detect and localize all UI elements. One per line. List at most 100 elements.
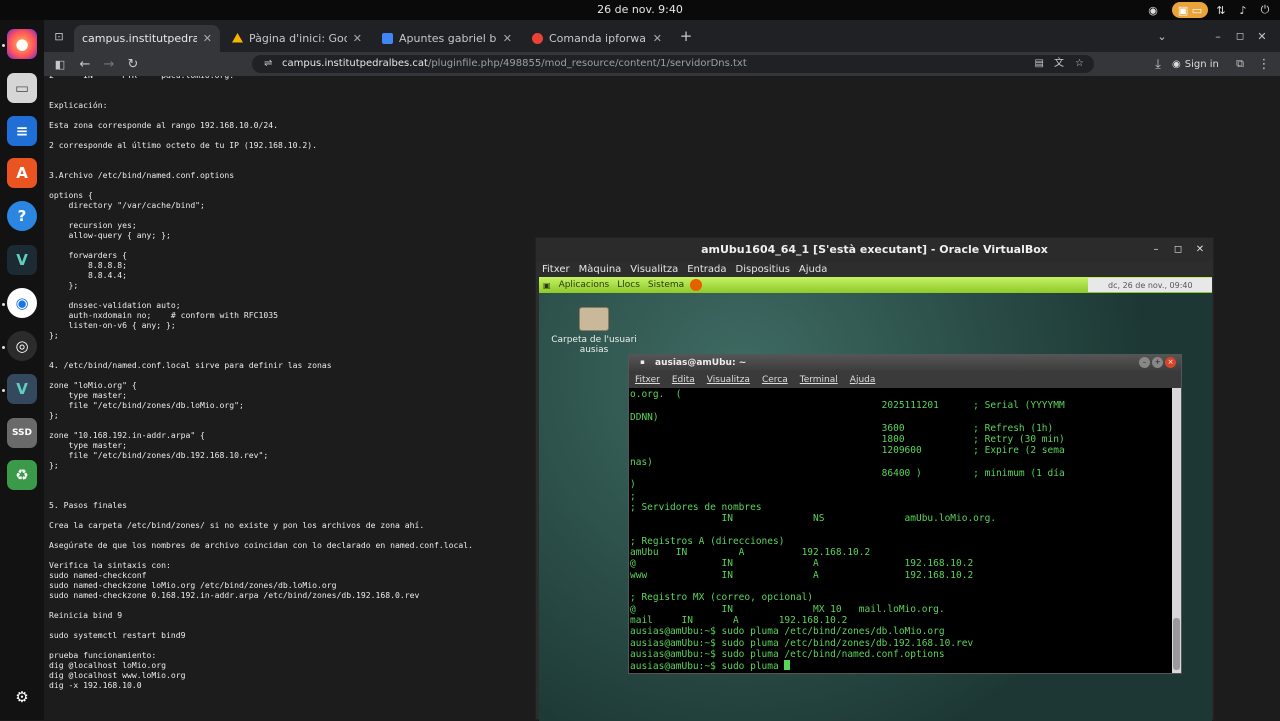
sign-in-button[interactable]: ◉ Sign in (1172, 55, 1219, 73)
terminal-menu-fitxer[interactable]: Fitxer (635, 375, 660, 385)
visual-paradigm-icon[interactable]: V (7, 245, 37, 275)
home-folder-icon[interactable]: Carpeta de l'usuari ausias (549, 307, 639, 355)
vbox-minimize-icon[interactable]: – (1150, 244, 1162, 256)
terminal-minimize-icon[interactable]: – (1139, 357, 1150, 368)
guest-firefox-icon[interactable] (690, 279, 703, 291)
app-center-icon[interactable]: A (7, 158, 37, 188)
terminal-app-icon: ▪ (640, 358, 645, 366)
terminal-cursor (784, 660, 791, 671)
files-icon[interactable]: ▭ (7, 73, 37, 103)
translate-icon[interactable]: 文 (1054, 55, 1064, 73)
disk-icon[interactable]: SSD (7, 418, 37, 448)
reload-icon[interactable]: ↻ (124, 55, 142, 73)
system-clock[interactable]: 26 de nov. 9:40 (0, 3, 1280, 16)
tab-google-drive[interactable]: Pàgina d'inici: Google Drive ✕ (224, 25, 370, 52)
show-apps-icon[interactable]: ⚙ (7, 682, 37, 712)
virtualbox-menubar: Fitxer Màquina Visualitza Entrada Dispos… (536, 262, 1213, 277)
tab-title: Comanda ipforward Ubuntu (549, 32, 647, 45)
guest-menu-llocs[interactable]: Llocs (617, 280, 640, 290)
tab-servidordns[interactable]: campus.institutpedralbes.cat ✕ (74, 25, 220, 52)
guest-menu-icon: ▣ (543, 280, 551, 290)
address-bar[interactable]: ⇌ campus.institutpedralbes.cat/pluginfil… (252, 55, 1094, 73)
bookmark-star-icon[interactable]: ☆ (1075, 55, 1084, 73)
restore-icon[interactable]: ◻ (1232, 27, 1248, 45)
dock-running-indicator (2, 44, 5, 47)
folder-icon (579, 307, 609, 331)
tab-list-chevron-icon[interactable]: ⌄ (1154, 27, 1170, 45)
guest-menu-sistema[interactable]: Sistema (648, 280, 684, 290)
terminal-menu-edita[interactable]: Edita (672, 375, 695, 385)
site-info-icon[interactable]: ⇌ (264, 55, 272, 73)
terminal-menu-visualitza[interactable]: Visualitza (707, 375, 750, 385)
vbox-menu-fitxer[interactable]: Fitxer (542, 264, 570, 275)
terminal-menu-cerca[interactable]: Cerca (762, 375, 788, 385)
sidebar-icon[interactable]: ◧ (52, 55, 68, 73)
close-window-icon[interactable]: ✕ (1254, 27, 1270, 45)
terminal-output: o.org. ( 2025111201 ; Serial (YYYYMM DDN… (629, 388, 1172, 672)
terminal-title[interactable]: ausias@amUbu: ~ (629, 355, 1181, 371)
writer-icon[interactable]: ≡ (7, 116, 37, 146)
help-icon[interactable]: ? (7, 201, 37, 231)
virtualbox-window: amUbu1604_64_1 [S'està executant] - Orac… (535, 237, 1214, 721)
trash-icon[interactable]: ♻ (7, 460, 37, 490)
vbox-menu-entrada[interactable]: Entrada (687, 264, 726, 275)
firefox-tray-icon[interactable]: ◉ (1146, 2, 1160, 18)
tab-google-docs[interactable]: Apuntes gabriel baka - Docs ✕ (374, 25, 520, 52)
vbox-maximize-icon[interactable]: ◻ (1172, 244, 1184, 256)
account-icon: ◉ (1172, 58, 1181, 70)
screen-record-indicator[interactable]: ▣ ▭ (1172, 2, 1208, 18)
minimize-icon[interactable]: – (1210, 27, 1226, 45)
dock-running-indicator (2, 346, 5, 349)
guest-clock[interactable]: dc, 26 de nov., 09:40 (1088, 278, 1212, 292)
dock: ● ▭ ≡ A ? V ◉ ◎ V SSD ♻ ⚙ (0, 20, 44, 720)
vbox-menu-visualitza[interactable]: Visualitza (630, 264, 678, 275)
tab-title: campus.institutpedralbes.cat (82, 32, 197, 45)
tab-ipforward[interactable]: Comanda ipforward Ubuntu ✕ (524, 25, 670, 52)
url-host: campus.institutpedralbes.cat (282, 58, 428, 69)
network-icon[interactable]: ⇅ (1214, 2, 1228, 18)
terminal-screen[interactable]: o.org. ( 2025111201 ; Serial (YYYYMM DDN… (629, 388, 1172, 673)
guest-menu-aplicacions[interactable]: Aplicacions (559, 280, 610, 290)
chromium-icon[interactable]: ◉ (7, 288, 37, 318)
virtualbox-title[interactable]: amUbu1604_64_1 [S'està executant] - Orac… (536, 238, 1213, 262)
dock-running-indicator (2, 303, 5, 306)
url-path: /pluginfile.php/498855/mod_resource/cont… (427, 58, 747, 69)
terminal-maximize-icon[interactable]: + (1152, 357, 1163, 368)
terminal-scrollbar-thumb[interactable] (1173, 618, 1180, 670)
volume-icon[interactable]: ♪ (1236, 2, 1250, 18)
guest-desktop: Carpeta de l'usuari ausias ausias@amUbu:… (539, 293, 1212, 721)
obs-icon[interactable]: ◎ (7, 331, 37, 361)
terminal-scrollbar[interactable] (1172, 388, 1181, 673)
document-text: 2 IN PTR pacu.lomio.org. Explicación: Es… (49, 76, 473, 690)
system-top-bar: 26 de nov. 9:40 ◉ ▣ ▭ ⇅ ♪ ⏻ (0, 0, 1280, 20)
tab-search-icon[interactable]: ⊡ (50, 27, 68, 45)
vbox-close-icon[interactable]: ✕ (1194, 244, 1206, 256)
menu-icon[interactable]: ⋮ (1256, 55, 1272, 73)
tab-strip: ⊡ campus.institutpedralbes.cat ✕ Pàgina … (44, 20, 1280, 52)
extensions-icon[interactable]: ⧉ (1232, 55, 1248, 73)
power-icon[interactable]: ⏻ (1258, 2, 1272, 18)
back-icon[interactable]: ← (76, 55, 94, 73)
dock-running-indicator (2, 389, 5, 392)
terminal-menu-ajuda[interactable]: Ajuda (850, 375, 876, 385)
forward-icon[interactable]: → (100, 55, 118, 73)
download-icon[interactable]: ⤓ (1150, 55, 1166, 73)
guest-top-panel: ▣ Aplicacions Llocs Sistema dc, 26 de no… (539, 277, 1212, 293)
home-folder-label: Carpeta de l'usuari ausias (551, 335, 637, 355)
new-tab-button[interactable]: + (678, 27, 694, 45)
tab-close-icon[interactable]: ✕ (203, 32, 212, 45)
terminal-close-icon[interactable]: × (1165, 357, 1176, 368)
vbox-menu-maquina[interactable]: Màquina (579, 264, 622, 275)
sign-in-label: Sign in (1184, 58, 1219, 70)
vbox-menu-ajuda[interactable]: Ajuda (799, 264, 827, 275)
reader-icon[interactable]: ▤ (1035, 55, 1044, 73)
terminal-menu-terminal[interactable]: Terminal (800, 375, 838, 385)
tab-close-icon[interactable]: ✕ (653, 32, 662, 45)
firefox-icon[interactable]: ● (7, 29, 37, 59)
virtualbox-icon[interactable]: V (7, 374, 37, 404)
guest-screen[interactable]: ▣ Aplicacions Llocs Sistema dc, 26 de no… (539, 277, 1212, 721)
vbox-menu-dispositius[interactable]: Dispositius (736, 264, 790, 275)
tab-close-icon[interactable]: ✕ (353, 32, 362, 45)
tab-close-icon[interactable]: ✕ (503, 32, 512, 45)
terminal-menubar: Fitxer Edita Visualitza Cerca Terminal A… (629, 371, 1181, 388)
